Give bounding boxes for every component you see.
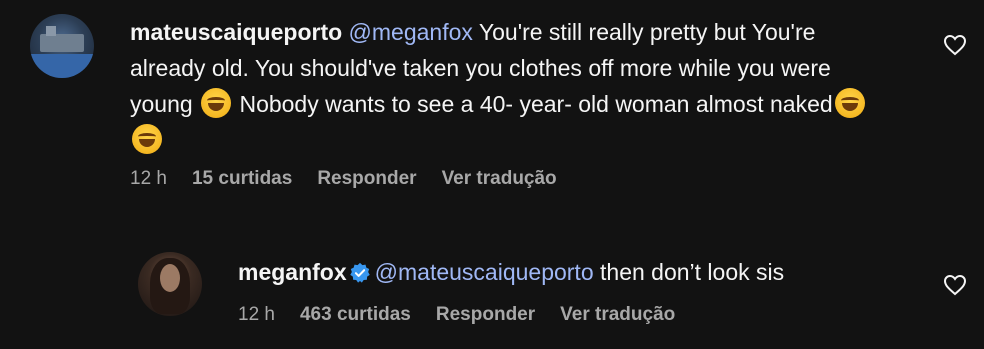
comment-mention[interactable]: @meganfox [349,19,473,45]
comment-likes-count[interactable]: 15 curtidas [192,168,292,190]
see-translation-button[interactable]: Ver tradução [442,168,557,190]
reply-likes-count[interactable]: 463 curtidas [300,304,411,326]
reply-mention[interactable]: @mateuscaiqueporto [375,259,594,285]
reply-meta: 12 h 463 curtidas Responder Ver tradução [238,304,938,326]
avatar-mateuscaiqueporto[interactable] [30,14,94,78]
avatar-meganfox[interactable] [138,252,202,316]
reply-time: 12 h [238,304,275,325]
reply-username[interactable]: meganfox [238,259,347,285]
verified-badge-icon [349,262,370,283]
reply-body: meganfox @mateuscaiqueporto then don’t l… [238,254,938,290]
laughing-emoji-icon [132,124,162,154]
reply-meganfox: meganfox @mateuscaiqueporto then don’t l… [138,252,938,326]
heart-outline-icon[interactable] [943,274,967,296]
heart-outline-icon[interactable] [943,34,967,56]
laughing-emoji-icon [834,88,865,118]
see-translation-button[interactable]: Ver tradução [560,304,675,326]
reply-button[interactable]: Responder [317,168,416,190]
comment-username[interactable]: mateuscaiqueporto [130,19,342,45]
reply-button[interactable]: Responder [436,304,535,326]
comment-content: mateuscaiqueporto @meganfox You're still… [130,14,890,190]
comment-meta: 12 h 15 curtidas Responder Ver tradução [130,168,890,190]
comment-time: 12 h [130,168,167,189]
comment-mateuscaiqueporto: mateuscaiqueporto @meganfox You're still… [30,14,890,190]
reply-content: meganfox @mateuscaiqueporto then don’t l… [238,252,938,326]
comment-body: mateuscaiqueporto @meganfox You're still… [130,14,890,158]
reply-text: then don’t look sis [593,259,785,285]
comment-text-continued: Nobody wants to see a 40- year- old woma… [233,91,833,117]
laughing-emoji-icon [201,88,232,118]
